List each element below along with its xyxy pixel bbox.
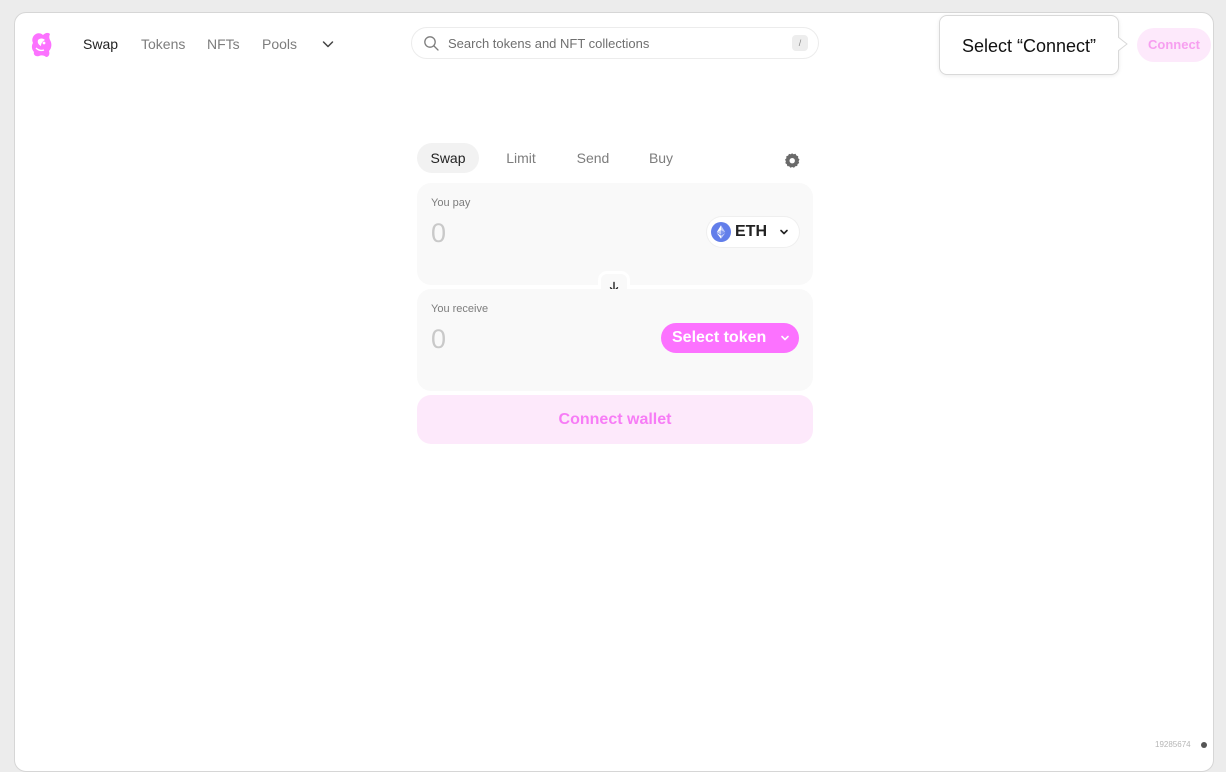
receive-label: You receive [431,303,489,315]
search-input[interactable] [448,28,778,58]
pay-panel: You pay ETH [417,183,813,285]
select-token-label: Select token [672,329,767,346]
eth-icon [711,222,731,242]
nav-tokens-link[interactable]: Tokens [141,36,185,52]
onboarding-tooltip: Select “Connect” [939,15,1119,75]
nav-nfts-link[interactable]: NFTs [207,36,240,52]
pay-token-selector[interactable]: ETH [707,217,799,247]
unicorn-logo-icon[interactable] [29,31,55,59]
nav-swap-link[interactable]: Swap [83,36,118,52]
search-shortcut-badge: / [792,35,808,51]
receive-amount-input[interactable] [431,321,631,357]
search-bar[interactable]: / [411,27,819,59]
settings-gear-icon[interactable] [783,152,801,170]
build-id: 19285674 [1155,740,1191,749]
nav-more-chevron-down-icon[interactable] [321,37,335,51]
tab-limit[interactable]: Limit [499,143,543,173]
pay-amount-input[interactable] [431,215,631,251]
pay-label: You pay [431,197,471,209]
search-icon [424,36,439,51]
pay-token-label: ETH [735,223,767,240]
chevron-down-icon [780,229,788,235]
chevron-down-icon [781,335,789,341]
tab-swap[interactable]: Swap [417,143,479,173]
app-window: Swap Tokens NFTs Pools / Select “Connect… [14,12,1214,772]
select-token-button[interactable]: Select token [661,323,799,353]
connect-wallet-button[interactable]: Connect wallet [417,395,813,444]
connect-button[interactable]: Connect [1137,28,1211,62]
tab-buy[interactable]: Buy [643,143,679,173]
tab-send[interactable]: Send [571,143,615,173]
status-dot-icon [1201,742,1207,748]
nav-pools-link[interactable]: Pools [262,36,297,52]
receive-panel: You receive Select token [417,289,813,391]
tooltip-arrow-icon [1118,37,1128,51]
